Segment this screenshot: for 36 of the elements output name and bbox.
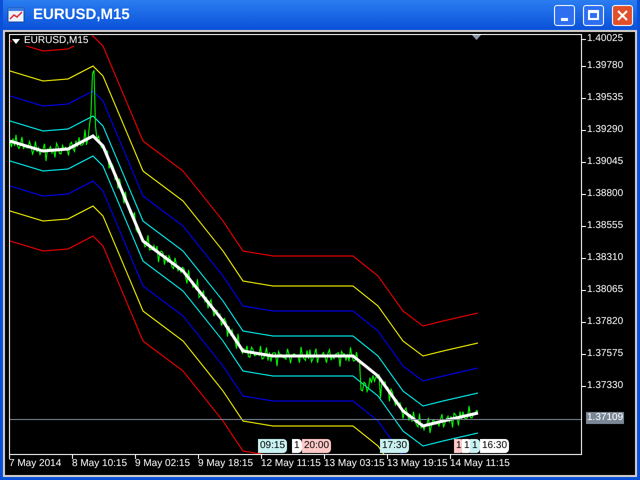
time-tag: 09:15 bbox=[258, 439, 288, 453]
time-tag: 20:00 bbox=[302, 439, 332, 453]
price-tick-label: 1.38310 bbox=[587, 253, 624, 263]
minimize-button[interactable] bbox=[554, 4, 575, 26]
window-title: EURUSD,M15 bbox=[33, 4, 131, 25]
close-icon bbox=[617, 10, 628, 20]
time-tick-label: 7 May 2014 bbox=[9, 459, 62, 469]
time-tick-label: 12 May 11:15 bbox=[261, 459, 321, 469]
price-tick-label: 1.38800 bbox=[587, 189, 624, 199]
price-tick-label: 1.39780 bbox=[587, 61, 624, 71]
time-tag: 16:30 bbox=[480, 439, 510, 453]
chart-label: EURUSD,M15 bbox=[24, 36, 88, 46]
time-tick-label: 9 May 02:15 bbox=[135, 459, 190, 469]
price-tick-label: 1.39290 bbox=[587, 125, 624, 135]
price-tick-label: 1.38065 bbox=[587, 285, 624, 295]
time-tick-label: 8 May 10:15 bbox=[72, 459, 128, 469]
time-tick-label: 13 May 19:15 bbox=[387, 459, 448, 469]
time-tick-label: 9 May 18:15 bbox=[198, 459, 254, 469]
time-tick-label: 13 May 03:15 bbox=[324, 459, 385, 469]
shift-marker-icon[interactable] bbox=[472, 35, 481, 40]
price-tick-label: 1.37820 bbox=[587, 317, 624, 327]
close-button[interactable] bbox=[612, 4, 633, 26]
price-tick-label: 1.40025 bbox=[587, 34, 624, 44]
price-tick-label: 1.39045 bbox=[587, 157, 624, 167]
dropdown-icon[interactable] bbox=[12, 38, 20, 44]
chart-window-icon bbox=[7, 7, 25, 23]
maximize-button[interactable] bbox=[583, 4, 604, 26]
time-tag: 1 bbox=[292, 439, 302, 453]
price-tick-label: 1.38555 bbox=[587, 221, 624, 231]
price-tick-label: 1.37330 bbox=[587, 381, 624, 391]
price-tick-label: 1.37575 bbox=[587, 349, 624, 359]
time-tick-label: 14 May 11:15 bbox=[450, 459, 510, 469]
current-price-label: 1.37109 bbox=[586, 412, 624, 424]
time-tag: 17:30 bbox=[380, 439, 410, 453]
price-tick-label: 1.39535 bbox=[587, 93, 624, 103]
time-tag: 1 bbox=[470, 439, 480, 453]
